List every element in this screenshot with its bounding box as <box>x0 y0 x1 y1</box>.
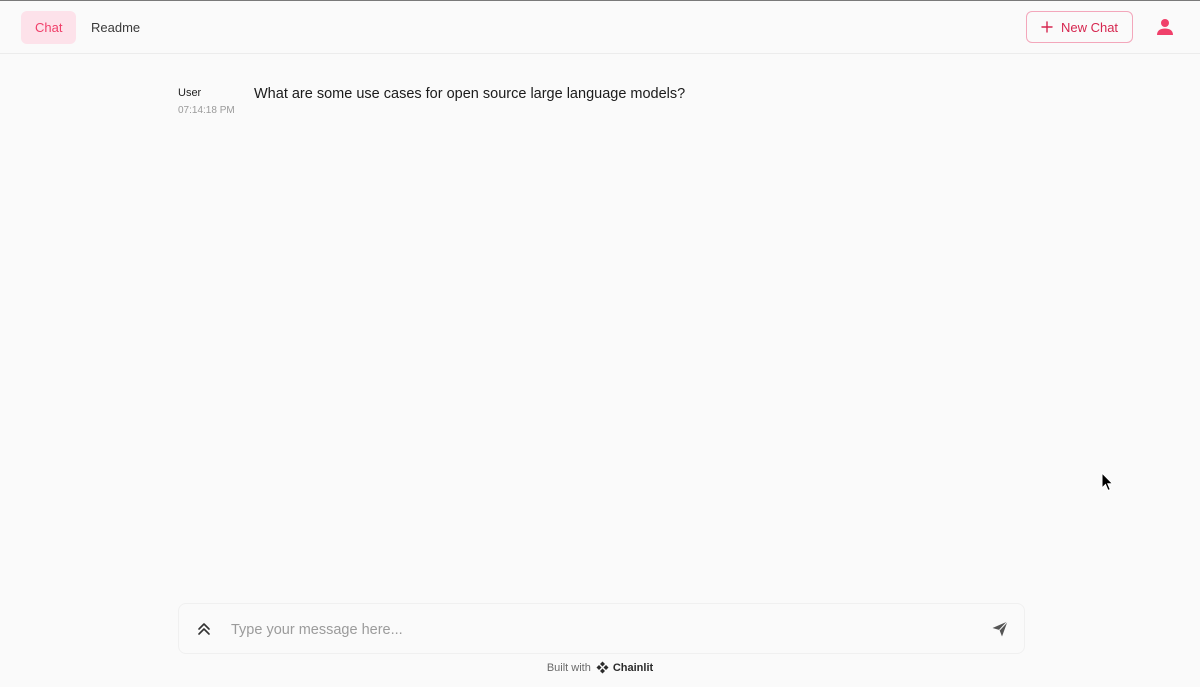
top-header: Chat Readme New Chat <box>0 1 1200 54</box>
chevrons-up-icon[interactable] <box>196 621 212 637</box>
send-icon[interactable] <box>991 620 1009 638</box>
user-icon[interactable] <box>1155 17 1175 37</box>
tab-chat[interactable]: Chat <box>21 11 77 44</box>
message-input[interactable] <box>229 616 973 644</box>
mouse-cursor-icon <box>1101 472 1114 492</box>
message-composer <box>178 603 1025 654</box>
chainlit-brand-label: Chainlit <box>612 661 654 674</box>
plus-icon <box>1041 21 1053 33</box>
new-chat-label: New Chat <box>1060 19 1119 35</box>
built-with-text: Built with <box>546 661 591 674</box>
chainlit-logo-icon <box>596 661 609 674</box>
footer-attribution: Built with Chainlit <box>0 661 1200 674</box>
new-chat-button[interactable]: New Chat <box>1026 11 1133 43</box>
message-author: User <box>178 87 202 99</box>
tab-readme[interactable]: Readme <box>77 11 154 44</box>
chat-app: Chat Readme New Chat User 07:14:18 PM Wh… <box>0 0 1200 687</box>
message-timestamp: 07:14:18 PM <box>178 105 235 116</box>
chainlit-brand[interactable]: Chainlit <box>596 661 653 674</box>
message-content: What are some use cases for open source … <box>254 86 686 102</box>
